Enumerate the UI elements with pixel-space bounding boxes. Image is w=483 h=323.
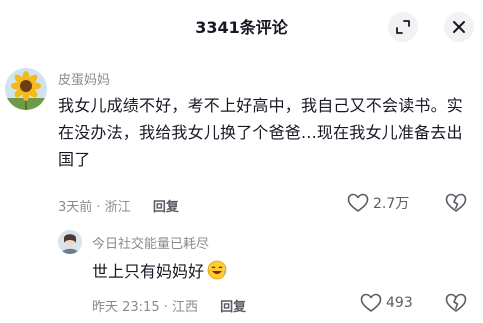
reply-text: 世上只有妈妈好 bbox=[92, 262, 205, 281]
laughing-crying-emoji-icon bbox=[207, 260, 227, 280]
comment-time-location: 3天前 · 浙江 bbox=[58, 200, 131, 215]
avatar[interactable] bbox=[5, 68, 47, 110]
reply-avatar[interactable] bbox=[58, 230, 82, 254]
reply-like-count: 493 bbox=[386, 295, 413, 311]
sunflower-avatar-image bbox=[5, 68, 47, 110]
reply-author[interactable]: 今日社交能量已耗尽 bbox=[92, 233, 209, 252]
heart-icon bbox=[347, 193, 369, 212]
heart-icon bbox=[360, 293, 382, 312]
reply-text-row: 世上只有妈妈好 bbox=[92, 258, 227, 282]
comment-text: 我女儿成绩不好，考不上好高中，我自己又不会读书。实在没办法，我给我女儿换了个爸爸… bbox=[58, 96, 464, 169]
broken-heart-icon bbox=[445, 293, 467, 312]
like-count: 2.7万 bbox=[373, 196, 410, 212]
dislike-button[interactable] bbox=[445, 193, 467, 217]
reply-like-button[interactable]: 493 bbox=[360, 293, 413, 313]
comment-meta: 3天前 · 浙江 回复 bbox=[58, 196, 179, 215]
close-icon bbox=[453, 21, 465, 33]
reply-reply-button[interactable]: 回复 bbox=[220, 300, 246, 315]
reply-time-location: 昨天 23:15 · 江西 bbox=[92, 300, 198, 315]
comments-header: 3341条评论 bbox=[0, 0, 483, 52]
reply-dislike-button[interactable] bbox=[445, 293, 467, 317]
close-button[interactable] bbox=[444, 12, 474, 42]
broken-heart-icon bbox=[445, 193, 467, 212]
like-button[interactable]: 2.7万 bbox=[347, 193, 409, 213]
expand-button[interactable] bbox=[388, 12, 418, 42]
expand-icon bbox=[396, 20, 410, 34]
reply-meta: 昨天 23:15 · 江西 回复 bbox=[92, 296, 246, 315]
comment-author[interactable]: 皮蛋妈妈 bbox=[58, 69, 110, 88]
reply-avatar-image bbox=[58, 230, 82, 254]
reply-button[interactable]: 回复 bbox=[153, 200, 179, 215]
